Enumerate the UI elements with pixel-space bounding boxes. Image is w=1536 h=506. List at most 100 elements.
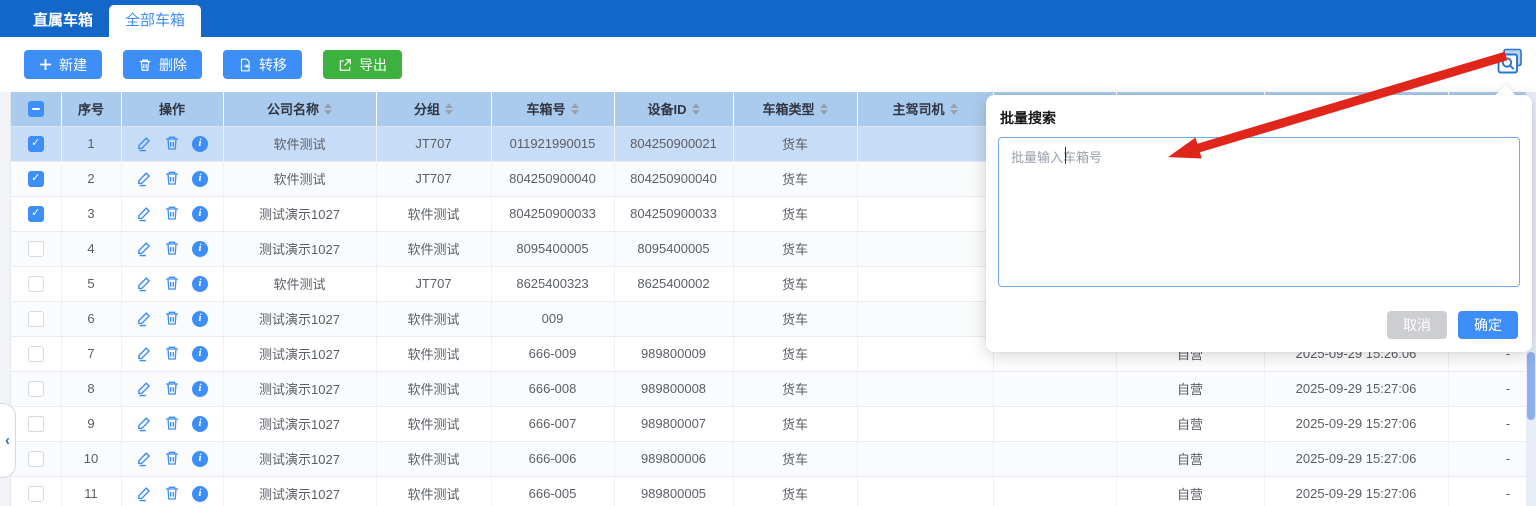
table-row[interactable]: 11 测试演示1027 软件测试 666-005 989800005 货车 自营… — [11, 476, 1526, 506]
device-id-cell: 989800008 — [614, 371, 733, 406]
group-cell: JT707 — [376, 126, 491, 161]
seq-cell: 11 — [61, 476, 121, 506]
confirm-button[interactable]: 确定 — [1458, 311, 1518, 339]
row-checkbox[interactable] — [28, 171, 44, 187]
box-no-cell: 666-006 — [491, 441, 614, 476]
table-scrollbar-thumb[interactable] — [1527, 352, 1535, 420]
new-button[interactable]: 新建 — [24, 50, 102, 79]
info-icon[interactable] — [192, 381, 208, 397]
edit-icon[interactable] — [136, 485, 153, 502]
delete-button[interactable]: 删除 — [123, 50, 202, 79]
delete-icon[interactable] — [164, 135, 181, 152]
delete-icon[interactable] — [164, 205, 181, 222]
checkbox-cell — [11, 301, 61, 336]
driver-cell — [857, 476, 993, 506]
select-all-header — [11, 92, 61, 126]
batch-input-textarea[interactable] — [998, 137, 1520, 287]
group-cell: 软件测试 — [376, 476, 491, 506]
time-cell: 2025-09-29 15:27:06 — [1264, 406, 1448, 441]
column-header[interactable]: 车箱号 — [491, 92, 614, 126]
edit-icon[interactable] — [136, 310, 153, 327]
info-icon[interactable] — [192, 241, 208, 257]
info-icon[interactable] — [192, 276, 208, 292]
cancel-button[interactable]: 取消 — [1387, 311, 1447, 339]
driver-cell — [857, 301, 993, 336]
delete-icon[interactable] — [164, 380, 181, 397]
delete-icon[interactable] — [164, 275, 181, 292]
collapse-panel-handle[interactable]: ‹ — [0, 403, 16, 478]
tab-all-boxes[interactable]: 全部车箱 — [109, 5, 201, 37]
info-icon[interactable] — [192, 311, 208, 327]
table-row[interactable]: 10 测试演示1027 软件测试 666-006 989800006 货车 自营… — [11, 441, 1526, 476]
delete-icon[interactable] — [164, 170, 181, 187]
info-icon[interactable] — [192, 451, 208, 467]
new-button-label: 新建 — [59, 55, 87, 75]
table-row[interactable]: 9 测试演示1027 软件测试 666-007 989800007 货车 自营 … — [11, 406, 1526, 441]
delete-icon[interactable] — [164, 450, 181, 467]
row-checkbox[interactable] — [28, 346, 44, 362]
hidden-col-cell — [993, 476, 1116, 506]
company-cell: 测试演示1027 — [223, 476, 376, 506]
sort-icon[interactable] — [571, 103, 579, 115]
checkbox-cell — [11, 336, 61, 371]
edit-icon[interactable] — [136, 240, 153, 257]
edit-icon[interactable] — [136, 170, 153, 187]
edit-icon[interactable] — [136, 450, 153, 467]
box-type-cell: 货车 — [733, 196, 857, 231]
column-header[interactable]: 主驾司机 — [857, 92, 993, 126]
delete-icon[interactable] — [164, 345, 181, 362]
table-row[interactable]: 8 测试演示1027 软件测试 666-008 989800008 货车 自营 … — [11, 371, 1526, 406]
info-icon[interactable] — [192, 206, 208, 222]
export-button[interactable]: 导出 — [323, 50, 402, 79]
info-icon[interactable] — [192, 346, 208, 362]
transfer-button[interactable]: 转移 — [223, 50, 302, 79]
delete-icon[interactable] — [164, 415, 181, 432]
seq-cell: 3 — [61, 196, 121, 231]
device-id-cell: 804250900021 — [614, 126, 733, 161]
sort-icon[interactable] — [820, 103, 828, 115]
edit-icon[interactable] — [136, 275, 153, 292]
export-button-label: 导出 — [359, 55, 387, 75]
batch-search-icon[interactable] — [1497, 48, 1523, 74]
column-header[interactable]: 车箱类型 — [733, 92, 857, 126]
edit-icon[interactable] — [136, 415, 153, 432]
device-id-cell: 804250900040 — [614, 161, 733, 196]
column-header[interactable]: 设备ID — [614, 92, 733, 126]
delete-icon[interactable] — [164, 310, 181, 327]
row-checkbox[interactable] — [28, 311, 44, 327]
select-all-checkbox[interactable] — [28, 101, 44, 117]
seq-cell: 1 — [61, 126, 121, 161]
row-checkbox[interactable] — [28, 486, 44, 502]
edit-icon[interactable] — [136, 345, 153, 362]
row-checkbox[interactable] — [28, 136, 44, 152]
row-checkbox[interactable] — [28, 276, 44, 292]
device-id-cell: 8625400002 — [614, 266, 733, 301]
edit-icon[interactable] — [136, 380, 153, 397]
row-checkbox[interactable] — [28, 451, 44, 467]
delete-icon[interactable] — [164, 485, 181, 502]
sort-icon[interactable] — [324, 103, 332, 115]
row-checkbox[interactable] — [28, 381, 44, 397]
tab-direct-boxes[interactable]: 直属车箱 — [17, 5, 109, 37]
trash-icon — [138, 58, 152, 72]
device-id-cell: 989800007 — [614, 406, 733, 441]
column-header[interactable]: 公司名称 — [223, 92, 376, 126]
row-checkbox[interactable] — [28, 416, 44, 432]
edit-icon[interactable] — [136, 205, 153, 222]
checkbox-cell — [11, 476, 61, 506]
sort-icon[interactable] — [950, 103, 958, 115]
row-checkbox[interactable] — [28, 241, 44, 257]
edit-icon[interactable] — [136, 135, 153, 152]
info-icon[interactable] — [192, 136, 208, 152]
group-cell: 软件测试 — [376, 301, 491, 336]
delete-icon[interactable] — [164, 240, 181, 257]
column-header: 序号 — [61, 92, 121, 126]
ops-cell — [121, 336, 223, 371]
info-icon[interactable] — [192, 416, 208, 432]
sort-icon[interactable] — [445, 103, 453, 115]
column-header[interactable]: 分组 — [376, 92, 491, 126]
row-checkbox[interactable] — [28, 206, 44, 222]
info-icon[interactable] — [192, 486, 208, 502]
sort-icon[interactable] — [692, 103, 700, 115]
info-icon[interactable] — [192, 171, 208, 187]
